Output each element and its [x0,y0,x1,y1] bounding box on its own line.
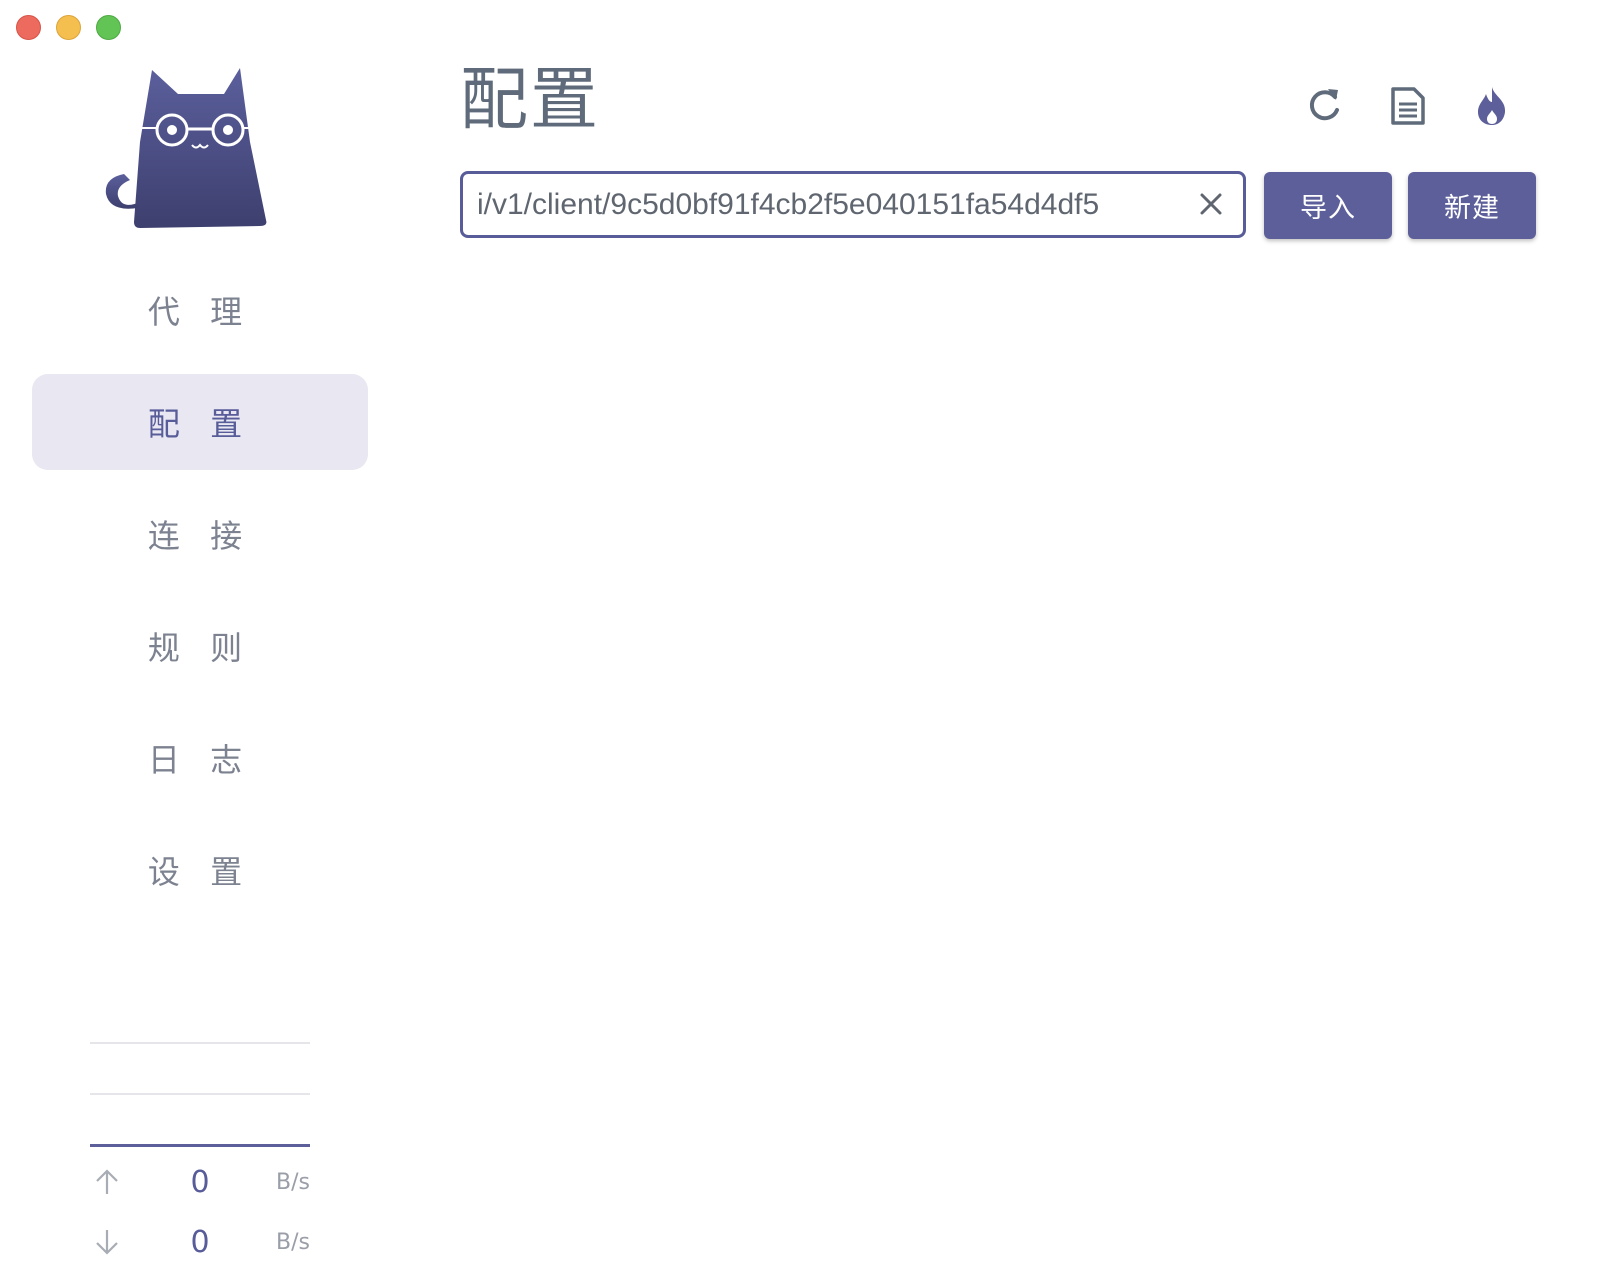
sidebar-item-label: 代 理 [147,293,253,331]
new-profile-button[interactable]: 新建 [1408,172,1536,239]
sidebar-item-proxy[interactable]: 代 理 [32,262,368,358]
sidebar-nav: 代 理 配 置 连 接 规 则 日 志 设 置 [32,262,368,934]
graph-baseline [90,1144,310,1147]
sidebar-item-label: 日 志 [147,741,253,779]
upload-speed-value: 0 [190,1165,210,1200]
document-icon[interactable] [1386,84,1430,128]
window-close-button[interactable] [16,15,41,40]
subscription-url-input[interactable] [477,174,1165,235]
sidebar-item-connections[interactable]: 连 接 [32,486,368,582]
app-window: 代 理 配 置 连 接 规 则 日 志 设 置 0 B/s 0 B/s 配置 i… [0,0,1600,1284]
window-maximize-button[interactable] [96,15,121,40]
sidebar-item-rules[interactable]: 规 则 [32,598,368,694]
arrow-up-icon [96,1169,118,1194]
close-icon[interactable] [1195,188,1227,220]
sidebar-item-profiles[interactable]: 配 置 [32,374,368,470]
arrow-down-icon [96,1230,118,1255]
page-title: 配置 [460,61,601,140]
upload-speed-row: 0 B/s [90,1158,310,1208]
sidebar-item-label: 配 置 [147,405,253,443]
traffic-graph [90,1042,310,1148]
download-speed-unit: B/s [276,1230,310,1255]
download-speed-value: 0 [190,1225,210,1260]
sidebar-item-settings[interactable]: 设 置 [32,822,368,918]
sidebar-item-label: 连 接 [147,517,253,555]
fire-icon[interactable] [1470,84,1514,128]
import-button[interactable]: 导入 [1264,172,1392,239]
subscription-url-field [460,171,1246,238]
graph-gridline [90,1093,310,1095]
sidebar-item-label: 规 则 [147,629,253,667]
cat-logo-icon [105,68,267,228]
sidebar-item-label: 设 置 [147,853,253,891]
download-speed-row: 0 B/s [90,1218,310,1268]
graph-gridline [90,1042,310,1044]
sidebar-item-logs[interactable]: 日 志 [32,710,368,806]
reload-icon[interactable] [1302,84,1346,128]
window-minimize-button[interactable] [56,15,81,40]
upload-speed-unit: B/s [276,1170,310,1195]
